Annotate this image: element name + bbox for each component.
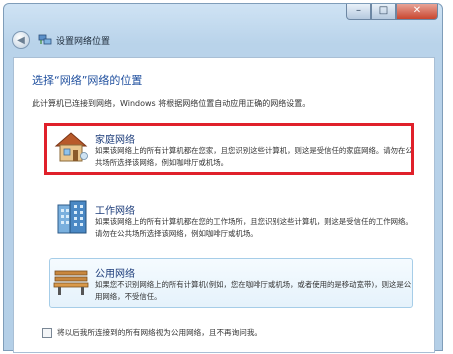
selection-highlight bbox=[44, 123, 414, 175]
window-controls: – □ ✕ bbox=[346, 4, 438, 21]
maximize-button[interactable]: □ bbox=[371, 4, 396, 20]
page-heading: 选择“网络”网络的位置 bbox=[32, 74, 143, 87]
back-button[interactable]: ◀ bbox=[12, 31, 30, 49]
window-frame: – □ ✕ ◀ 设置网络位置 选择“网络”网络的位置 此计算机已连接到网络，Wi… bbox=[3, 3, 443, 353]
office-building-icon bbox=[55, 199, 89, 235]
work-network-title: 工作网络 bbox=[95, 206, 135, 217]
checkbox-label: 将以后我所连接到的所有网络视为公用网络，且不再询问我。 bbox=[57, 328, 263, 337]
work-network-description: 如果该网络上的所有计算机都在您的工作场所，且您识别这些计算机，则这是受信任的工作… bbox=[95, 217, 413, 238]
public-network-option[interactable]: 公用网络 如果您不识别网络上的所有计算机(例如，您在咖啡厅或机场，或者使用的是移… bbox=[45, 258, 415, 306]
public-network-title: 公用网络 bbox=[95, 269, 135, 280]
title-bar: ◀ 设置网络位置 bbox=[12, 29, 110, 51]
network-icon bbox=[38, 34, 52, 46]
content-panel: 选择“网络”网络的位置 此计算机已连接到网络，Windows 将根据网络位置自动… bbox=[13, 57, 435, 353]
public-network-description: 如果您不识别网络上的所有计算机(例如，您在咖啡厅或机场，或者使用的是移动宽带)，… bbox=[95, 280, 412, 301]
minimize-button[interactable]: – bbox=[346, 4, 371, 20]
treat-as-public-checkbox[interactable] bbox=[42, 327, 52, 338]
footer-checkbox-row[interactable]: 将以后我所连接到的所有网络视为公用网络，且不再询问我。 bbox=[42, 327, 262, 338]
close-button[interactable]: ✕ bbox=[396, 4, 438, 20]
park-bench-icon bbox=[53, 268, 89, 296]
window-title: 设置网络位置 bbox=[56, 36, 111, 47]
work-network-option[interactable]: 工作网络 如果该网络上的所有计算机都在您的工作场所，且您识别这些计算机，则这是受… bbox=[45, 195, 415, 245]
page-description: 此计算机已连接到网络，Windows 将根据网络位置自动应用正确的网络设置。 bbox=[32, 99, 311, 108]
